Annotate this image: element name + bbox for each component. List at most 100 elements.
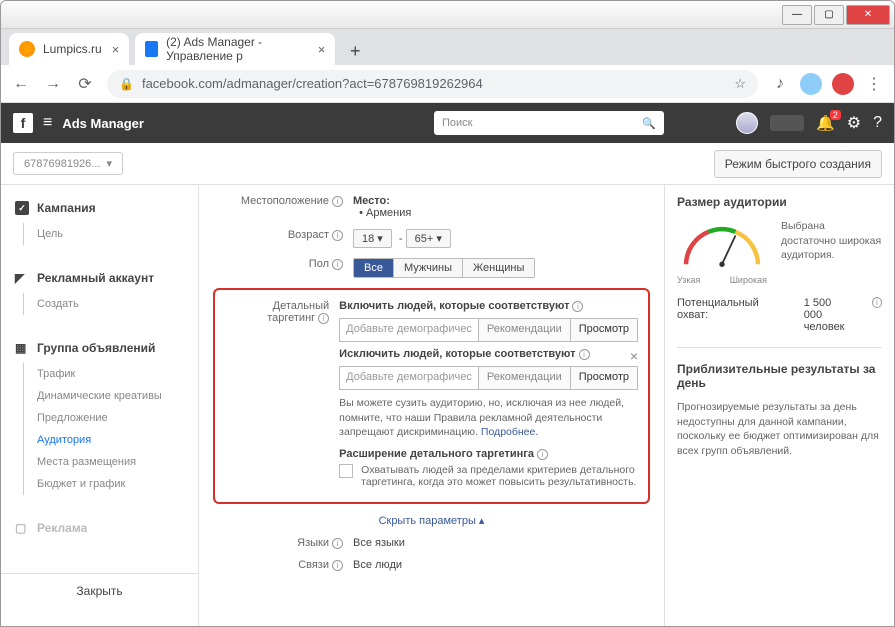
close-icon[interactable]: × — [318, 42, 326, 57]
age-min-dropdown[interactable]: 18 ▾ — [353, 229, 392, 248]
age-max-dropdown[interactable]: 65+ ▾ — [406, 229, 451, 248]
chevron-down-icon: ▾ — [106, 157, 112, 170]
check-icon: ✓ — [15, 201, 29, 215]
sidebar-section-ad[interactable]: ▢Реклама — [1, 513, 198, 543]
url-text: facebook.com/admanager/creation?act=6787… — [142, 76, 483, 91]
hamburger-icon[interactable]: ≡ — [43, 114, 52, 132]
window-maximize-button[interactable]: ▢ — [814, 5, 844, 25]
info-icon[interactable]: i — [332, 196, 343, 207]
age-label: Возрастi — [213, 229, 353, 248]
approx-title: Приблизительные результаты за день — [677, 362, 882, 390]
info-icon[interactable]: i — [872, 297, 882, 308]
info-icon[interactable]: i — [332, 259, 343, 270]
exclude-note: Вы можете сузить аудиторию, но, исключая… — [339, 396, 638, 440]
close-button[interactable]: Закрыть — [1, 573, 198, 608]
account-avatar[interactable] — [736, 112, 758, 134]
include-label: Включить людей, которые соответствуют — [339, 300, 569, 312]
sidebar-section-adaccount[interactable]: ◤Рекламный аккаунт — [1, 263, 198, 293]
lock-icon: 🔒 — [119, 77, 134, 91]
app-header: f ≡ Ads Manager Поиск 🔍 🔔2 ⚙ ? — [1, 103, 894, 143]
star-icon[interactable]: ☆ — [734, 76, 746, 92]
favicon-icon — [145, 41, 158, 57]
lang-label: Языкиi — [213, 537, 353, 549]
tab-title: Lumpics.ru — [43, 42, 102, 56]
browser-tab[interactable]: Lumpics.ru × — [9, 33, 129, 65]
browse-button[interactable]: Просмотр — [570, 367, 637, 389]
back-icon[interactable]: ← — [11, 74, 31, 94]
conn-value: Все люди — [353, 559, 650, 571]
include-input[interactable]: Добавьте демографичес — [340, 319, 478, 341]
detailed-targeting-box: Детальный таргетингi Включить людей, кот… — [213, 288, 650, 504]
media-icon[interactable]: ♪ — [770, 74, 790, 94]
gear-icon[interactable]: ⚙ — [847, 113, 861, 133]
info-icon[interactable]: i — [332, 560, 343, 571]
sidebar-item-traffic[interactable]: Трафик — [1, 363, 198, 385]
sidebar-item-audience[interactable]: Аудитория — [1, 429, 198, 451]
browse-button[interactable]: Просмотр — [570, 319, 637, 341]
menu-icon[interactable]: ⋮ — [864, 74, 884, 94]
reach-value: 1 500 000 — [804, 297, 832, 321]
sidebar-item-create[interactable]: Создать — [1, 293, 198, 315]
hide-options-link[interactable]: Скрыть параметры ▴ — [213, 514, 650, 527]
facebook-logo-icon[interactable]: f — [13, 113, 33, 133]
info-icon[interactable]: i — [579, 349, 590, 360]
forward-icon[interactable]: → — [43, 74, 63, 94]
info-icon[interactable]: i — [332, 230, 343, 241]
sidebar-item-goal[interactable]: Цель — [1, 223, 198, 245]
approx-text: Прогнозируемые результаты за день недост… — [677, 400, 882, 459]
new-tab-button[interactable]: + — [341, 37, 369, 65]
sidebar-item-budget[interactable]: Бюджет и график — [1, 473, 198, 495]
window-minimize-button[interactable]: — — [782, 5, 812, 25]
info-icon[interactable]: i — [318, 313, 329, 324]
notifications-icon[interactable]: 🔔2 — [816, 114, 835, 132]
info-icon[interactable]: i — [332, 538, 343, 549]
audience-size-desc: Выбрана достаточно широкая аудитория. — [781, 219, 882, 263]
main-content: Местоположениеi Место: • Армения Возраст… — [199, 185, 664, 626]
recommendations-button[interactable]: Рекомендации — [478, 367, 570, 389]
include-input-row: Добавьте демографичес Рекомендации Просм… — [339, 318, 638, 342]
search-input[interactable]: Поиск 🔍 — [434, 111, 664, 135]
gender-male-button[interactable]: Мужчины — [394, 259, 463, 277]
account-dropdown[interactable]: 67876981926...▾ — [13, 152, 123, 175]
sidebar-item-offer[interactable]: Предложение — [1, 407, 198, 429]
browser-tab[interactable]: (2) Ads Manager - Управление р × — [135, 33, 335, 65]
remove-exclude-button[interactable]: × — [630, 348, 638, 364]
account-name[interactable] — [770, 115, 804, 131]
extension-icon[interactable] — [832, 73, 854, 95]
secondary-toolbar: 67876981926...▾ Режим быстрого создания — [1, 143, 894, 185]
help-icon[interactable]: ? — [873, 114, 882, 132]
notification-badge: 2 — [830, 110, 841, 120]
flag-icon: ◤ — [15, 271, 29, 285]
location-label: Местоположениеi — [213, 195, 353, 219]
expand-checkbox[interactable] — [339, 464, 353, 478]
info-icon[interactable]: i — [537, 449, 548, 460]
learn-more-link[interactable]: Подробнее. — [481, 426, 538, 438]
reload-icon[interactable]: ⟳ — [75, 74, 95, 94]
info-icon[interactable]: i — [572, 301, 583, 312]
window-close-button[interactable]: ✕ — [846, 5, 890, 25]
lang-value: Все языки — [353, 537, 650, 549]
sidebar-section-campaign[interactable]: ✓Кампания — [1, 193, 198, 223]
address-bar: ← → ⟳ 🔒 facebook.com/admanager/creation?… — [1, 65, 894, 103]
close-icon[interactable]: × — [112, 42, 120, 57]
grid-icon: ▦ — [15, 341, 29, 355]
profile-icon[interactable] — [800, 73, 822, 95]
audience-size-title: Размер аудитории — [677, 195, 882, 209]
targeting-label: Детальный таргетингi — [225, 300, 339, 488]
sidebar-item-dynamic[interactable]: Динамические креативы — [1, 385, 198, 407]
gender-female-button[interactable]: Женщины — [463, 259, 534, 277]
fast-create-button[interactable]: Режим быстрого создания — [714, 150, 882, 178]
left-sidebar: ✓Кампания Цель ◤Рекламный аккаунт Создат… — [1, 185, 199, 626]
gender-label: Полi — [213, 258, 353, 278]
sidebar-item-placements[interactable]: Места размещения — [1, 451, 198, 473]
app-title: Ads Manager — [62, 116, 144, 131]
gender-segmented: Все Мужчины Женщины — [353, 258, 535, 278]
sidebar-section-adset[interactable]: ▦Группа объявлений — [1, 333, 198, 363]
exclude-input[interactable]: Добавьте демографичес — [340, 367, 478, 389]
exclude-label: Исключить людей, которые соответствуют — [339, 348, 575, 360]
browser-tabs: Lumpics.ru × (2) Ads Manager - Управлени… — [1, 29, 894, 65]
recommendations-button[interactable]: Рекомендации — [478, 319, 570, 341]
url-field[interactable]: 🔒 facebook.com/admanager/creation?act=67… — [107, 70, 758, 98]
gender-all-button[interactable]: Все — [354, 259, 394, 277]
expand-text: Охватывать людей за пределами критериев … — [361, 464, 638, 488]
